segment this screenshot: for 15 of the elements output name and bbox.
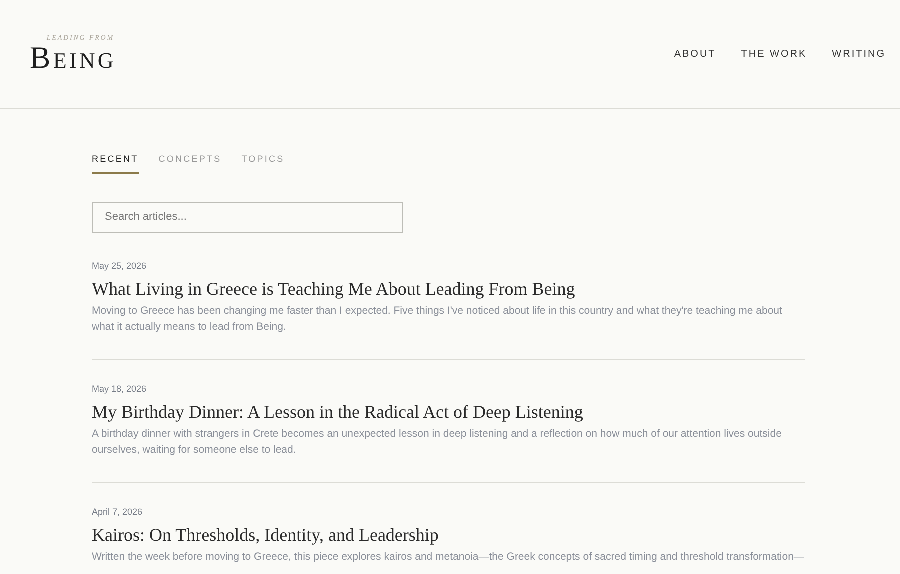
article-title[interactable]: What Living in Greece is Teaching Me About Leading From Being	[92, 278, 805, 300]
article-date: April 7, 2026	[92, 506, 144, 518]
nav-link[interactable]: THE WORK	[739, 46, 810, 62]
nav-link[interactable]: WRITING	[830, 46, 888, 62]
article-excerpt: Moving to Greece has been changing me faster than I expected. Five things I've noticed about life in this country and what they're teaching me about what it actually means to lead from Being.	[92, 304, 784, 334]
nav-link[interactable]: ABOUT	[672, 46, 718, 62]
tab[interactable]: RECENT	[92, 151, 139, 174]
article-date: May 18, 2026	[92, 382, 148, 396]
article-excerpt: A birthday dinner with strangers in Crete becomes an unexpected lesson in deep listening and a reflection on how much of our attention lives outside ourselves, waiting for someone else to lead.	[92, 426, 783, 458]
article-title[interactable]: Kairos: On Thresholds, Identity, and Leadership	[92, 524, 805, 546]
article-excerpt: Written the week before moving to Greece, this piece explores kairos and metanoia—the Greek concepts of sacred timing and threshold transformation—	[92, 550, 805, 564]
search-field[interactable]: Search articles...	[92, 202, 403, 232]
article-date: May 25, 2026	[92, 260, 148, 272]
article-title[interactable]: My Birthday Dinner: A Lesson in the Radical Act of Deep Listening	[92, 400, 805, 422]
logo-name[interactable]: BEING	[30, 42, 116, 73]
